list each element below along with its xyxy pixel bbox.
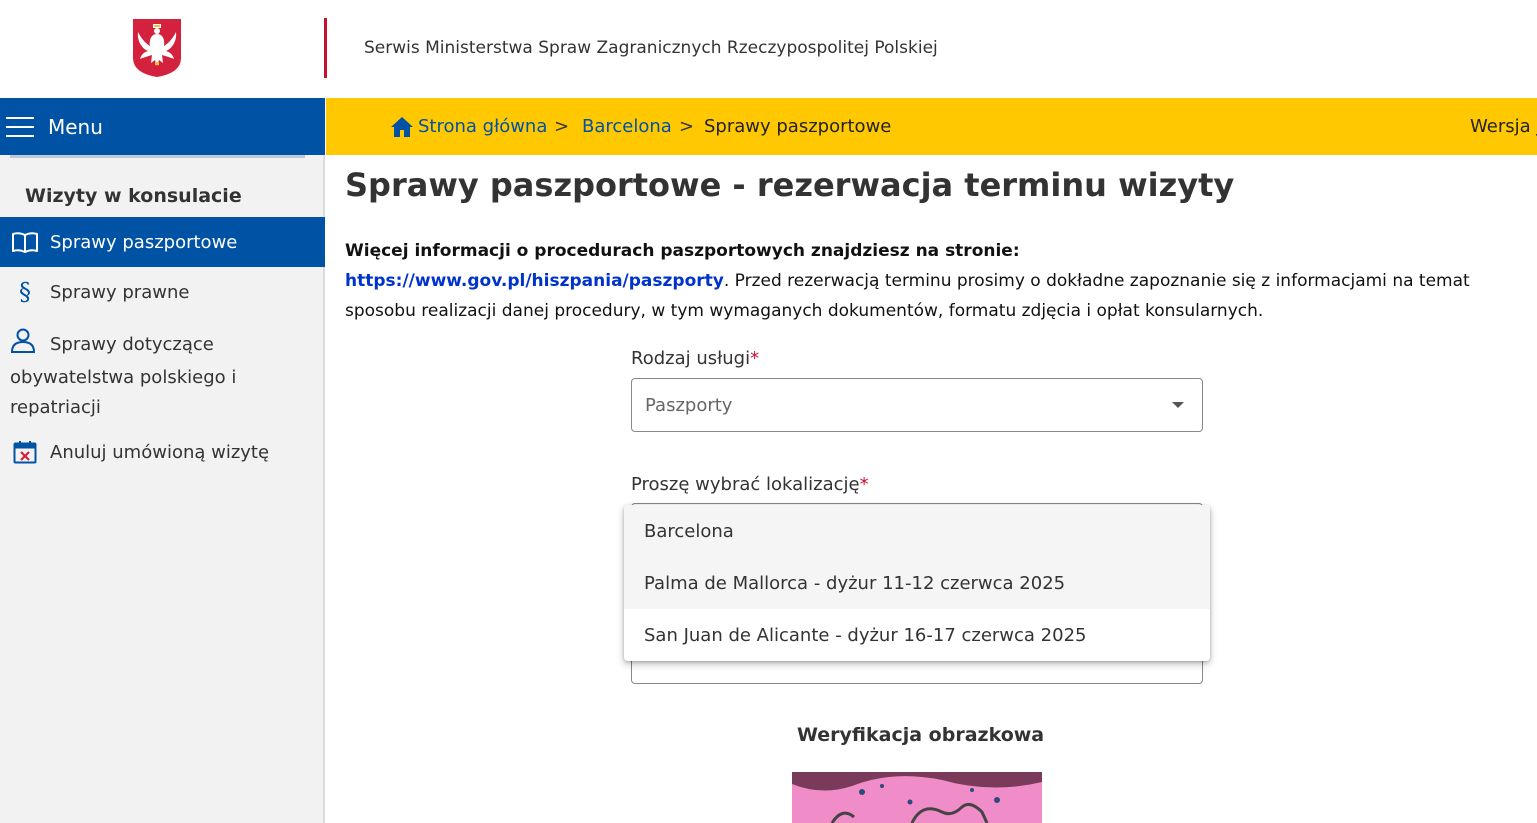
captcha-title: Weryfikacja obrazkowa xyxy=(797,724,1045,746)
site-title: Serwis Ministerstwa Spraw Zagranicznych … xyxy=(364,38,938,58)
home-icon xyxy=(391,116,413,137)
location-option[interactable]: Barcelona xyxy=(624,505,1210,557)
sidebar-divider xyxy=(10,155,305,158)
calendar-cancel-icon xyxy=(0,440,50,464)
sidebar-item-passport[interactable]: Sprawy paszportowe xyxy=(0,217,325,267)
breadcrumb-current: Sprawy paszportowe xyxy=(704,116,892,137)
required-mark: * xyxy=(750,348,760,369)
paragraph-icon: § xyxy=(19,278,31,306)
menu-label: Menu xyxy=(48,114,103,139)
sidebar-item-label: Sprawy paszportowe xyxy=(50,231,238,253)
breadcrumb-separator: > xyxy=(554,116,570,137)
page-title: Sprawy paszportowe - rezerwacja terminu … xyxy=(345,166,1235,204)
sidebar-item-label-line3: repatriacji xyxy=(10,397,101,418)
breadcrumb: Strona główna > Barcelona > Sprawy paszp… xyxy=(326,98,1537,155)
sidebar-heading: Wizyty w konsulacie xyxy=(25,185,242,207)
breadcrumb-separator: > xyxy=(679,116,695,137)
required-mark: * xyxy=(859,474,869,495)
info-bold: Więcej informacji o procedurach paszport… xyxy=(345,241,1020,261)
hamburger-icon xyxy=(6,116,34,137)
breadcrumb-home-link[interactable]: Strona główna xyxy=(390,116,547,138)
language-version-link[interactable]: Wersja j xyxy=(1470,116,1537,137)
breadcrumb-city-link[interactable]: Barcelona xyxy=(582,116,672,137)
breadcrumb-home-label: Strona główna xyxy=(418,116,548,137)
sidebar-item-label-line2: obywatelstwa polskiego i xyxy=(10,367,237,388)
sidebar-item-cancel-visit[interactable]: Anuluj umówioną wizytę xyxy=(0,437,325,467)
menu-toggle-button[interactable]: Menu xyxy=(0,98,325,155)
book-icon xyxy=(0,231,50,253)
person-icon xyxy=(10,327,50,363)
passport-info-link[interactable]: https://www.gov.pl/hiszpania/paszporty xyxy=(345,271,724,291)
caret-down-icon xyxy=(1172,402,1184,408)
location-label: Proszę wybrać lokalizację* xyxy=(631,474,869,495)
header-divider xyxy=(324,18,327,78)
sidebar: Wizyty w konsulacie Sprawy paszportowe §… xyxy=(0,155,325,823)
captcha-image xyxy=(792,772,1042,823)
location-option[interactable]: Palma de Mallorca - dyżur 11-12 czerwca … xyxy=(624,557,1210,609)
location-option[interactable]: San Juan de Alicante - dyżur 16-17 czerw… xyxy=(624,609,1210,661)
sidebar-item-citizenship[interactable]: Sprawy dotyczące obywatelstwa polskiego … xyxy=(0,327,325,418)
service-type-value: Paszporty xyxy=(645,394,733,416)
sidebar-item-label-line1: Sprawy dotyczące xyxy=(50,334,214,355)
site-header: Serwis Ministerstwa Spraw Zagranicznych … xyxy=(0,0,1537,98)
sidebar-item-label: Sprawy prawne xyxy=(50,281,190,303)
sidebar-item-legal[interactable]: § Sprawy prawne xyxy=(0,267,325,317)
info-paragraph: Więcej informacji o procedurach paszport… xyxy=(345,236,1515,326)
sidebar-item-label: Anuluj umówioną wizytę xyxy=(50,441,270,463)
service-type-select[interactable]: Paszporty xyxy=(631,378,1203,432)
service-type-label: Rodzaj usługi* xyxy=(631,348,760,369)
location-dropdown-menu: Barcelona Palma de Mallorca - dyżur 11-1… xyxy=(624,505,1210,661)
polish-eagle-emblem-icon[interactable] xyxy=(132,18,182,78)
